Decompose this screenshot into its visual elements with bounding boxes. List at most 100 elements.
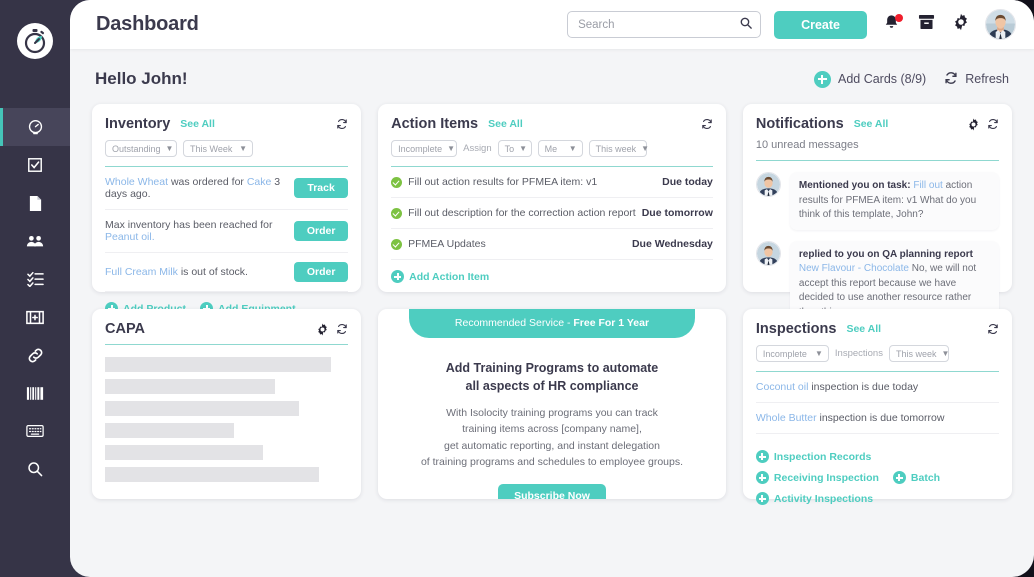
refresh-button[interactable]: Refresh	[944, 71, 1009, 88]
row-link-item[interactable]: Peanut oil.	[105, 231, 155, 243]
subscribe-button[interactable]: Subscribe Now	[498, 484, 606, 499]
notification-bold: replied to you on QA planning report	[798, 248, 973, 260]
refresh-icon[interactable]	[336, 118, 348, 130]
promo-banner-pre: Recommended Service -	[454, 317, 574, 329]
card-title: Notifications	[755, 116, 844, 132]
row-link-product[interactable]: Full Cream Milk	[105, 266, 178, 278]
sidebar-item-links[interactable]	[0, 336, 70, 374]
card-title: CAPA	[105, 321, 146, 337]
gauge-icon	[27, 119, 44, 136]
greeting: Hello John!	[95, 69, 188, 88]
notification-badge	[895, 13, 903, 22]
add-cards-label: Add Cards (8/9)	[837, 72, 927, 86]
see-all-link[interactable]: See All	[488, 118, 523, 130]
filter-who[interactable]: Me ▼	[537, 140, 583, 157]
check-circle-icon[interactable]	[391, 238, 403, 250]
filter-status[interactable]: Incomplete ▼	[391, 140, 458, 157]
archive-button[interactable]	[915, 14, 937, 36]
order-button[interactable]: Order	[294, 221, 349, 241]
check-circle-icon[interactable]	[391, 207, 403, 219]
sidebar-item-inspections[interactable]	[0, 298, 70, 336]
check-circle-icon[interactable]	[391, 176, 403, 188]
inspection-link[interactable]: Coconut oil	[756, 381, 809, 393]
see-all-link[interactable]: See All	[846, 323, 881, 335]
add-activity-inspections-link[interactable]: Activity Inspections	[755, 492, 873, 505]
avatar	[755, 240, 781, 266]
sidebar-item-people[interactable]	[0, 222, 70, 260]
refresh-icon[interactable]	[987, 323, 999, 335]
card-header-icons	[336, 118, 348, 130]
action-items-filters: Incomplete ▼ Assign To ▼ Me ▼ This week …	[391, 140, 713, 157]
page-actions: Add Cards (8/9) Refresh	[813, 70, 1009, 88]
due-label: Due today	[662, 176, 713, 188]
add-cards-button[interactable]: Add Cards (8/9)	[813, 70, 927, 88]
topbar: Dashboard Create	[70, 0, 1034, 49]
gear-icon[interactable]	[967, 118, 980, 131]
filter-status[interactable]: Outstanding ▼	[105, 140, 177, 157]
refresh-icon	[944, 71, 958, 88]
sidebar-item-documents[interactable]	[0, 184, 70, 222]
plus-icon	[755, 492, 769, 505]
avatar	[755, 172, 781, 197]
sidebar-item-search[interactable]	[0, 450, 70, 488]
sidebar-item-tasks[interactable]	[0, 146, 70, 184]
promo-body-line2: training items across [company name],	[462, 423, 642, 436]
table-row: Max inventory has been reached for Peanu…	[105, 210, 349, 253]
filter-to[interactable]: To ▼	[497, 140, 532, 157]
create-button[interactable]: Create	[774, 10, 867, 39]
refresh-icon[interactable]	[701, 118, 713, 130]
row-link-item[interactable]: Cake	[247, 176, 272, 188]
see-all-link[interactable]: See All	[180, 118, 215, 130]
add-batch-link[interactable]: Batch	[892, 471, 940, 484]
notification-link[interactable]: New Flavour - Chocolate	[799, 263, 909, 274]
filter-period[interactable]: This Week ▼	[183, 140, 253, 157]
avatar[interactable]	[985, 9, 1016, 40]
plus-icon	[755, 471, 769, 484]
filter-period[interactable]: This week ▼	[888, 345, 949, 362]
filter-label: Incomplete	[398, 143, 443, 154]
filter-status[interactable]: Incomplete ▼	[755, 345, 829, 362]
sidebar-item-checklists[interactable]	[0, 260, 70, 298]
filter-label: To	[504, 143, 515, 154]
unread-count: 10 unread messages	[755, 139, 859, 151]
action-item-text: Fill out action results for PFMEA item: …	[408, 176, 598, 188]
search-box[interactable]	[567, 11, 762, 38]
sidebar-nav	[0, 108, 70, 488]
sidebar-item-reports[interactable]	[0, 374, 70, 412]
row-text: Max inventory has been reached for Peanu…	[105, 219, 288, 243]
add-inspection-records-link[interactable]: Inspection Records	[755, 450, 872, 463]
filter-period[interactable]: This week ▼	[588, 140, 649, 157]
track-button[interactable]: Track	[294, 178, 349, 198]
list-item[interactable]: Mentioned you on task: Fill out action r…	[755, 172, 999, 230]
capa-skeleton	[105, 357, 348, 482]
card-inspections: Inspections See All Incomplete ▼ Inspect…	[742, 309, 1012, 505]
promo-heading-line2: all aspects of HR compliance	[465, 378, 639, 393]
row-link-product[interactable]: Whole Wheat	[105, 176, 168, 188]
gear-icon[interactable]	[316, 323, 329, 336]
notification-link[interactable]: Fill out	[911, 180, 942, 191]
card-title: Action Items	[391, 116, 479, 132]
notification-body: Mentioned you on task: Fill out action r…	[789, 172, 999, 230]
inspection-link[interactable]: Whole Butter	[756, 412, 817, 424]
order-button[interactable]: Order	[294, 262, 349, 282]
plus-icon	[755, 450, 769, 463]
refresh-icon[interactable]	[987, 118, 999, 130]
inspection-text: inspection is due today	[808, 381, 919, 393]
see-all-link[interactable]: See All	[854, 118, 889, 130]
logo-wrap[interactable]	[0, 6, 70, 76]
promo-banner: Recommended Service - Free For 1 Year	[409, 309, 695, 338]
settings-button[interactable]	[950, 13, 972, 36]
add-receiving-inspection-link[interactable]: Receiving Inspection	[755, 471, 879, 484]
plus-icon	[391, 270, 405, 283]
notifications-bell-button[interactable]	[880, 13, 903, 36]
sidebar-item-dashboard[interactable]	[0, 108, 70, 146]
add-link-label: Add Action Item	[409, 270, 490, 283]
refresh-icon[interactable]	[336, 323, 348, 335]
sidebar-item-keyboard[interactable]	[0, 412, 70, 450]
promo-heading: Add Training Programs to automate all as…	[378, 360, 726, 395]
search-input[interactable]	[578, 18, 741, 31]
add-link-label: Inspection Records	[773, 450, 872, 463]
card-header: Notifications See All	[756, 116, 999, 132]
add-action-item-link[interactable]: Add Action Item	[391, 270, 489, 283]
id-card-icon	[26, 310, 44, 325]
